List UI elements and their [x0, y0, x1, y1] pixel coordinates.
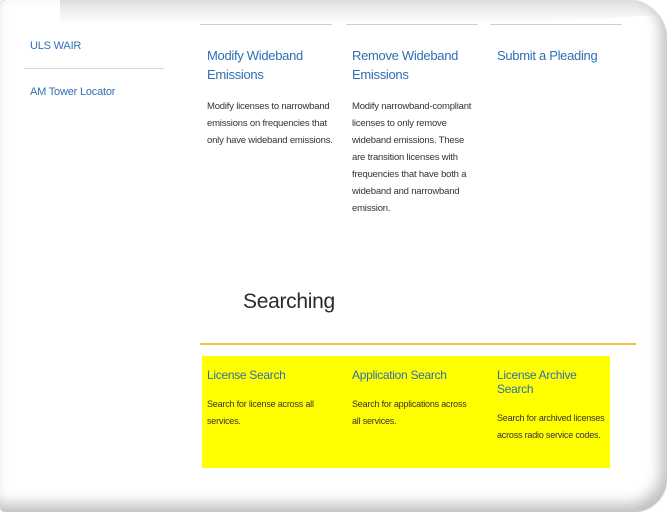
sidebar-item-uls-wair[interactable]: ULS WAIR — [30, 40, 81, 52]
card-top-divider — [346, 24, 478, 25]
section-title-searching: Searching — [243, 290, 335, 313]
card-description: Modify licenses to narrowband emissions … — [207, 101, 333, 146]
card-title-link[interactable]: Remove Wideband Emissions — [352, 46, 478, 84]
sidebar-item-am-tower-locator[interactable]: AM Tower Locator — [30, 86, 115, 98]
card-submit-pleading: Submit a Pleading — [497, 46, 627, 65]
search-item-description: Search for archived licenses across radi… — [497, 413, 605, 440]
page: ULS WAIR AM Tower Locator Modify Wideban… — [0, 0, 667, 512]
section-rule — [200, 343, 636, 345]
search-item-title-link[interactable]: License Search — [207, 368, 337, 382]
page-curl-shadow — [60, 0, 667, 24]
search-highlight-block: License Search Search for license across… — [202, 356, 610, 468]
search-item-license-archive: License Archive Search Search for archiv… — [497, 368, 609, 444]
card-remove-wideband: Remove Wideband Emissions Modify narrowb… — [352, 46, 478, 217]
search-item-description: Search for license across all services. — [207, 399, 314, 426]
search-item-title-link[interactable]: License Archive Search — [497, 368, 609, 396]
search-item-application: Application Search Search for applicatio… — [352, 368, 476, 430]
card-description: Modify narrowband-compliant licenses to … — [352, 101, 472, 214]
card-modify-wideband: Modify Wideband Emissions Modify license… — [207, 46, 337, 149]
sidebar-divider — [24, 68, 164, 69]
search-item-title-link[interactable]: Application Search — [352, 368, 476, 382]
search-item-license: License Search Search for license across… — [207, 368, 337, 430]
card-title-link[interactable]: Modify Wideband Emissions — [207, 46, 337, 84]
card-top-divider — [490, 24, 622, 25]
card-title-link[interactable]: Submit a Pleading — [497, 46, 627, 65]
search-item-description: Search for applications across all servi… — [352, 399, 467, 426]
card-top-divider — [200, 24, 332, 25]
